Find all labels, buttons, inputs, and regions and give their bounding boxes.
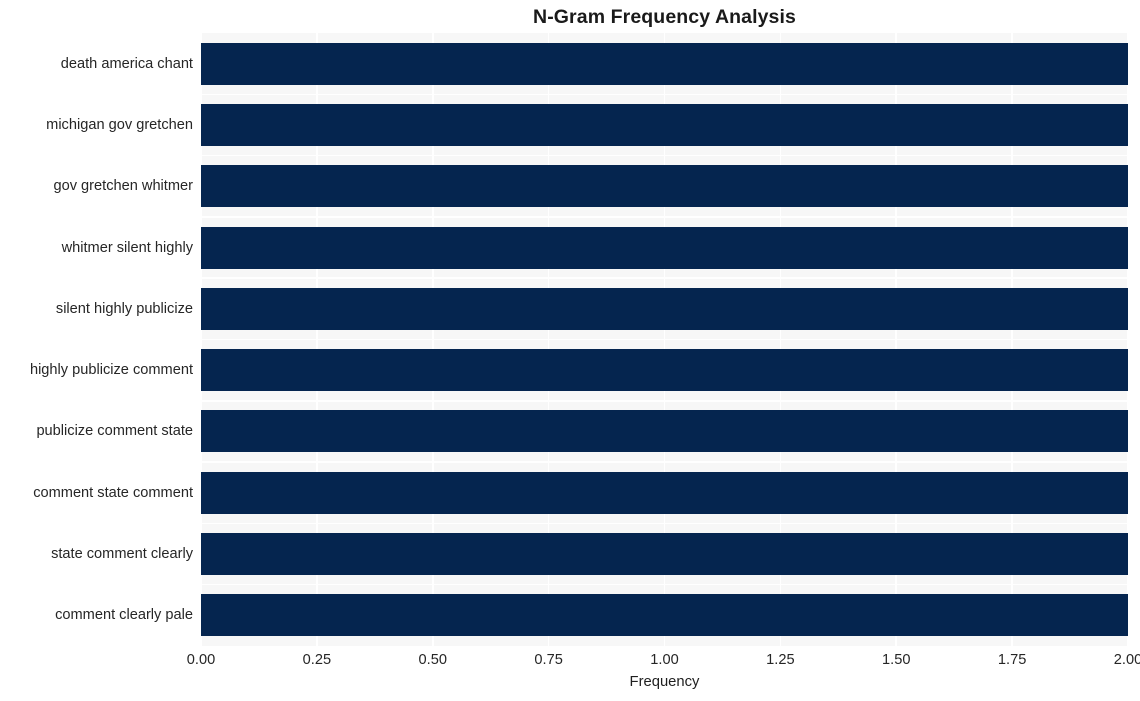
y-axis-tick-label: michigan gov gretchen [46, 116, 193, 133]
y-axis-tick-label: publicize comment state [36, 423, 193, 440]
bar[interactable] [201, 349, 1128, 392]
bar[interactable] [201, 42, 1128, 85]
x-axis-tick-label: 2.00 [1113, 652, 1140, 668]
x-axis-tick-label: 1.50 [882, 652, 911, 668]
x-axis-tick-labels: 0.00 0.25 0.50 0.75 1.00 1.25 1.50 1.75 2.00 [0, 652, 1140, 674]
chart-title: N-Gram Frequency Analysis [533, 6, 796, 28]
chart-figure: N-Gram Frequency Analysis death america … [0, 0, 1140, 701]
x-axis-title: Frequency [629, 674, 700, 690]
y-axis-tick-label: highly publicize comment [29, 362, 193, 379]
x-axis-tick-label: 1.00 [650, 652, 679, 668]
x-axis-tick-label: 1.75 [997, 652, 1027, 668]
y-axis-tick-label: comment state comment [33, 484, 193, 501]
bar[interactable] [201, 410, 1128, 453]
bar[interactable] [201, 226, 1128, 269]
x-axis-tick-label: 0.00 [186, 652, 216, 668]
y-axis-category-labels: death america chant michigan gov gretchen… [0, 33, 193, 646]
y-axis-tick-label: silent highly publicize [55, 300, 193, 317]
bar[interactable] [201, 287, 1128, 330]
bar[interactable] [201, 471, 1128, 514]
x-axis-tick-label: 0.25 [302, 652, 332, 668]
bar[interactable] [201, 165, 1128, 208]
x-axis-tick-label: 0.50 [418, 652, 447, 668]
bar[interactable] [201, 594, 1128, 637]
y-axis-tick-label: death america chant [60, 55, 193, 72]
y-axis-tick-label: comment clearly pale [55, 607, 193, 624]
x-axis-tick-label: 0.75 [534, 652, 563, 668]
plot-area [201, 33, 1128, 646]
bar[interactable] [201, 103, 1128, 146]
y-axis-tick-label: gov gretchen whitmer [53, 178, 193, 195]
y-axis-tick-label: whitmer silent highly [61, 239, 193, 256]
y-axis-tick-label: state comment clearly [51, 546, 193, 563]
bar[interactable] [201, 533, 1128, 576]
x-axis-tick-label: 1.25 [766, 652, 795, 668]
